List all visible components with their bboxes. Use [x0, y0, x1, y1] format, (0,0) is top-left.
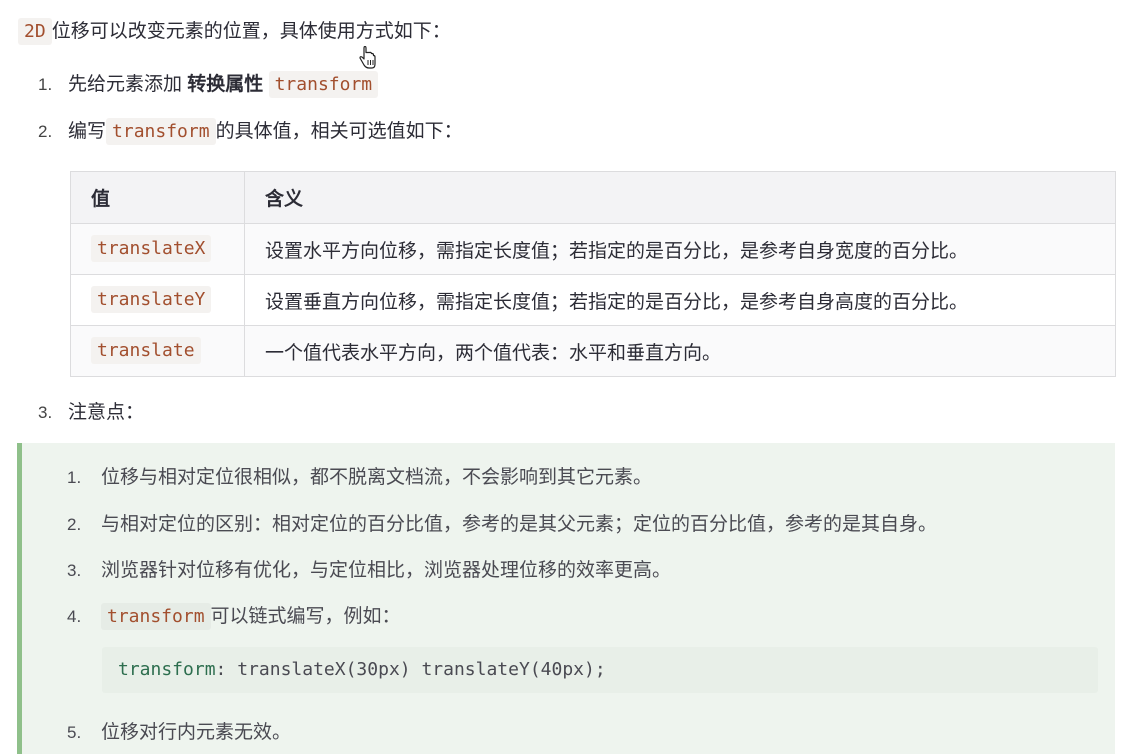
step-text: 先给元素添加	[68, 74, 183, 95]
notes-blockquote: 1. 位移与相对定位很相似，都不脱离文档流，不会影响到其它元素。 2. 与相对定位的…	[17, 443, 1115, 754]
table-cell-meaning: 设置垂直方向位移，需指定长度值；若指定的是百分比，是参考自身高度的百分比。	[244, 274, 1116, 326]
note-text: 浏览器针对位移有优化，与定位相比，浏览器处理位移的效率更高。	[101, 560, 672, 581]
note-text: 位移与相对定位很相似，都不脱离文档流，不会影响到其它元素。	[101, 467, 653, 488]
table-header-value: 值	[70, 171, 245, 224]
inline-code: 2D	[18, 18, 52, 45]
table-header-meaning: 含义	[244, 171, 1116, 224]
step-text-after: 的具体值，相关可选值如下：	[215, 121, 463, 142]
table-row: translateY 设置垂直方向位移，需指定长度值；若指定的是百分比，是参考自…	[70, 274, 1116, 326]
step-bold: 转换属性	[187, 74, 264, 95]
note-text: 位移对行内元素无效。	[101, 722, 292, 743]
step-number: 3.	[38, 403, 53, 422]
note-number: 5.	[67, 723, 82, 742]
note-text: 与相对定位的区别：相对定位的百分比值，参考的是其父元素；定位的百分比值，参考的是…	[101, 514, 938, 535]
table-cell-meaning: 设置水平方向位移，需指定长度值；若指定的是百分比，是参考自身宽度的百分比。	[244, 223, 1116, 275]
inline-code: transform	[101, 603, 211, 630]
table-cell-meaning: 一个值代表水平方向，两个值代表：水平和垂直方向。	[244, 325, 1116, 377]
inline-code: transform	[268, 71, 379, 98]
table-cell-value: translateY	[70, 274, 245, 326]
note-item: 4. transform 可以链式编写，例如：	[67, 601, 401, 630]
inline-code: transform	[106, 118, 216, 145]
code-keyword: transform	[118, 659, 216, 680]
intro-text: 位移可以改变元素的位置，具体使用方式如下：	[51, 21, 451, 42]
table-cell-value: translateX	[70, 223, 245, 275]
code-rest: : translateX(30px) translateY(40px);	[215, 659, 606, 680]
values-table: 值 含义 translateX 设置水平方向位移，需指定长度值；若指定的是百分比…	[70, 171, 1116, 377]
note-number: 1.	[67, 468, 82, 487]
note-number: 2.	[67, 515, 82, 534]
note-number: 4.	[67, 607, 82, 626]
step-number: 2.	[38, 122, 53, 141]
note-number: 3.	[67, 561, 82, 580]
step-number: 1.	[38, 75, 53, 94]
note-text: 可以链式编写，例如：	[210, 606, 401, 627]
intro-line: 2D 位移可以改变元素的位置，具体使用方式如下：	[18, 16, 451, 45]
inline-code: translateY	[91, 286, 212, 313]
hand-pointer-icon	[359, 46, 376, 69]
note-item: 1. 位移与相对定位很相似，都不脱离文档流，不会影响到其它元素。	[67, 462, 652, 489]
table-row: translateX 设置水平方向位移，需指定长度值；若指定的是百分比，是参考自…	[70, 223, 1116, 275]
step-text: 注意点：	[68, 402, 145, 423]
note-item: 5. 位移对行内元素无效。	[67, 717, 291, 744]
code-block: transform: translateX(30px) translateY(4…	[102, 647, 1098, 693]
table-header-row: 值 含义	[70, 171, 1116, 224]
table-row: translate 一个值代表水平方向，两个值代表：水平和垂直方向。	[70, 325, 1116, 377]
inline-code: translateX	[91, 235, 212, 262]
step-2: 2. 编写 transform 的具体值，相关可选值如下：	[38, 116, 463, 145]
table-cell-value: translate	[70, 325, 245, 377]
note-item: 2. 与相对定位的区别：相对定位的百分比值，参考的是其父元素；定位的百分比值，参考…	[67, 509, 937, 536]
note-item: 3. 浏览器针对位移有优化，与定位相比，浏览器处理位移的效率更高。	[67, 555, 671, 582]
step-text: 编写	[68, 121, 107, 142]
step-3: 3. 注意点：	[38, 397, 144, 424]
step-1: 1. 先给元素添加 转换属性 transform	[38, 69, 379, 98]
inline-code: translate	[91, 337, 201, 364]
